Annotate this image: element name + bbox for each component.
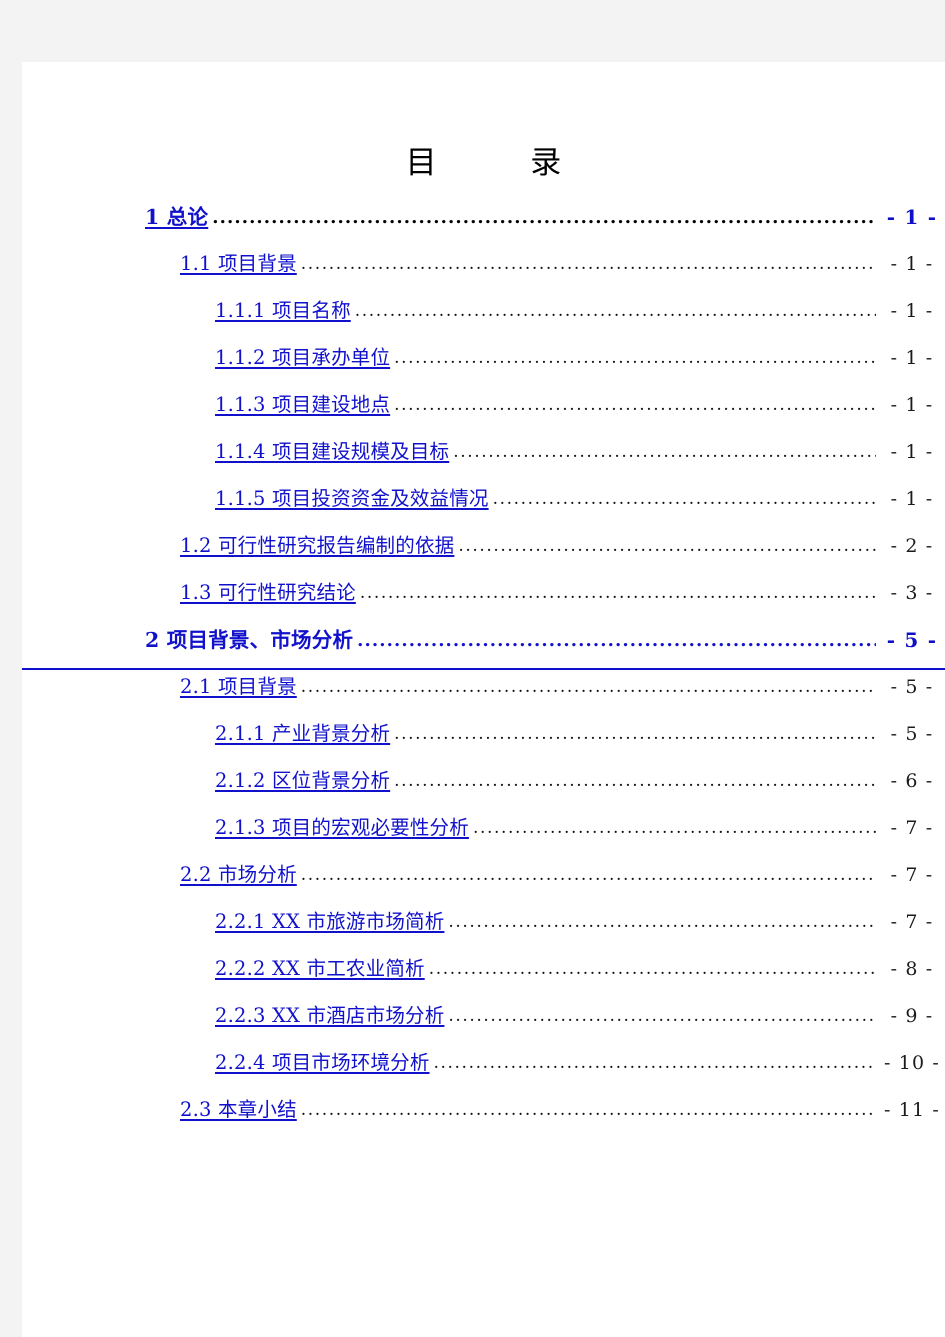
toc-dot-leader: ........................................…: [448, 1006, 876, 1026]
toc-dot-leader: ........................................…: [394, 771, 876, 791]
toc-dot-leader: ........................................…: [394, 348, 876, 368]
toc-entry-label[interactable]: 1.1.1 项目名称: [215, 294, 351, 323]
toc-entry-label[interactable]: 1 总论: [145, 200, 208, 230]
toc-page-number: - 1 -: [890, 253, 934, 275]
toc-entry[interactable]: 1.2 可行性研究报告编制的依据........................…: [22, 529, 945, 576]
page-top-margin-band: [0, 0, 945, 62]
toc-page-number: - 1 -: [890, 300, 934, 322]
toc-page-number: - 1 -: [890, 488, 934, 510]
toc-dot-leader: ........................................…: [433, 1053, 876, 1073]
toc-entry-label[interactable]: 2.2.1 XX 市旅游市场简析: [215, 905, 444, 934]
toc-entry[interactable]: 1.1.2 项目承办单位............................…: [22, 341, 945, 388]
toc-page-number: - 5 -: [890, 723, 934, 745]
page-title: 目 录: [405, 145, 572, 181]
toc-entry-label[interactable]: 2.1.2 区位背景分析: [215, 764, 390, 793]
toc-entry[interactable]: 2.2.4 项目市场环境分析..........................…: [22, 1046, 945, 1093]
toc-dot-leader: ........................................…: [354, 301, 876, 321]
toc-dot-leader: ........................................…: [394, 724, 876, 744]
toc-entry[interactable]: 2.2.1 XX 市旅游市场简析........................…: [22, 905, 945, 952]
toc-page-number: - 6 -: [890, 770, 934, 792]
toc-dot-leader: ........................................…: [453, 442, 876, 462]
toc-dot-leader: ........................................…: [300, 865, 876, 885]
toc-entry[interactable]: 2.1 项目背景................................…: [22, 670, 945, 717]
toc-dot-leader: ........................................…: [212, 207, 876, 228]
toc-entry-label[interactable]: 2.2.3 XX 市酒店市场分析: [215, 999, 444, 1028]
table-of-contents: 1 总论....................................…: [22, 200, 945, 1140]
page-left-margin-rail: [0, 62, 22, 1337]
toc-page-number: - 7 -: [890, 911, 934, 933]
toc-entry[interactable]: 1 总论....................................…: [22, 200, 945, 247]
toc-page-number: - 3 -: [890, 582, 934, 604]
toc-entry-label[interactable]: 1.2 可行性研究报告编制的依据: [180, 529, 454, 558]
toc-page-number: - 8 -: [890, 958, 934, 980]
toc-entry[interactable]: 1.1.4 项目建设规模及目标.........................…: [22, 435, 945, 482]
toc-entry[interactable]: 2 项目背景、市场分析.............................…: [22, 623, 945, 670]
toc-entry[interactable]: 1.3 可行性研究结论.............................…: [22, 576, 945, 623]
toc-entry-label[interactable]: 1.3 可行性研究结论: [180, 576, 356, 605]
toc-entry-label[interactable]: 1.1.5 项目投资资金及效益情况: [215, 482, 489, 511]
toc-page-number: - 2 -: [890, 535, 934, 557]
toc-page-number: - 5 -: [890, 676, 934, 698]
toc-entry[interactable]: 1.1.1 项目名称..............................…: [22, 294, 945, 341]
toc-dot-leader: ........................................…: [472, 818, 876, 838]
document-page: 目 录 1 总论................................…: [0, 0, 945, 1337]
toc-entry-label[interactable]: 2.2.2 XX 市工农业简析: [215, 952, 425, 981]
toc-entry[interactable]: 1.1 项目背景................................…: [22, 247, 945, 294]
toc-dot-leader: ........................................…: [492, 489, 876, 509]
toc-page-number: - 1 -: [890, 347, 934, 369]
toc-entry-label[interactable]: 2.2.4 项目市场环境分析: [215, 1046, 430, 1075]
toc-entry-label[interactable]: 2.1.3 项目的宏观必要性分析: [215, 811, 469, 840]
page-canvas: 目 录 1 总论................................…: [22, 62, 945, 1337]
toc-entry-label[interactable]: 2.1.1 产业背景分析: [215, 717, 390, 746]
toc-entry[interactable]: 2.1.3 项目的宏观必要性分析........................…: [22, 811, 945, 858]
toc-page-number: - 1 -: [890, 394, 934, 416]
toc-entry-label[interactable]: 1.1.4 项目建设规模及目标: [215, 435, 449, 464]
toc-entry[interactable]: 2.2 市场分析................................…: [22, 858, 945, 905]
toc-entry[interactable]: 2.2.2 XX 市工农业简析.........................…: [22, 952, 945, 999]
toc-page-number: - 11 -: [884, 1099, 940, 1121]
toc-entry[interactable]: 2.2.3 XX 市酒店市场分析........................…: [22, 999, 945, 1046]
toc-page-number: - 5 -: [886, 628, 938, 652]
toc-page-number: - 1 -: [890, 441, 934, 463]
toc-entry-label[interactable]: 1.1.3 项目建设地点: [215, 388, 390, 417]
toc-entry[interactable]: 2.1.1 产业背景分析............................…: [22, 717, 945, 764]
toc-entry-label[interactable]: 2.2 市场分析: [180, 858, 297, 887]
toc-entry[interactable]: 2.3 本章小结................................…: [22, 1093, 945, 1140]
toc-dot-leader: ........................................…: [300, 254, 876, 274]
toc-dot-leader: ........................................…: [428, 959, 876, 979]
toc-dot-leader: ........................................…: [458, 536, 876, 556]
toc-entry[interactable]: 1.1.3 项目建设地点............................…: [22, 388, 945, 435]
toc-entry-label[interactable]: 1.1.2 项目承办单位: [215, 341, 390, 370]
toc-dot-leader: ........................................…: [357, 630, 876, 651]
toc-dot-leader: ........................................…: [300, 677, 876, 697]
toc-entry-label[interactable]: 2.3 本章小结: [180, 1093, 297, 1122]
toc-page-number: - 7 -: [890, 864, 934, 886]
toc-dot-leader: ........................................…: [300, 1100, 876, 1120]
toc-page-number: - 1 -: [886, 205, 938, 229]
toc-dot-leader: ........................................…: [359, 583, 876, 603]
toc-dot-leader: ........................................…: [448, 912, 876, 932]
toc-page-number: - 10 -: [884, 1052, 940, 1074]
toc-entry-label[interactable]: 1.1 项目背景: [180, 247, 297, 276]
toc-entry-label[interactable]: 2 项目背景、市场分析: [145, 623, 353, 653]
toc-page-number: - 7 -: [890, 817, 934, 839]
toc-entry[interactable]: 1.1.5 项目投资资金及效益情况.......................…: [22, 482, 945, 529]
toc-entry-label[interactable]: 2.1 项目背景: [180, 670, 297, 699]
toc-entry[interactable]: 2.1.2 区位背景分析............................…: [22, 764, 945, 811]
toc-dot-leader: ........................................…: [394, 395, 876, 415]
toc-page-number: - 9 -: [890, 1005, 934, 1027]
